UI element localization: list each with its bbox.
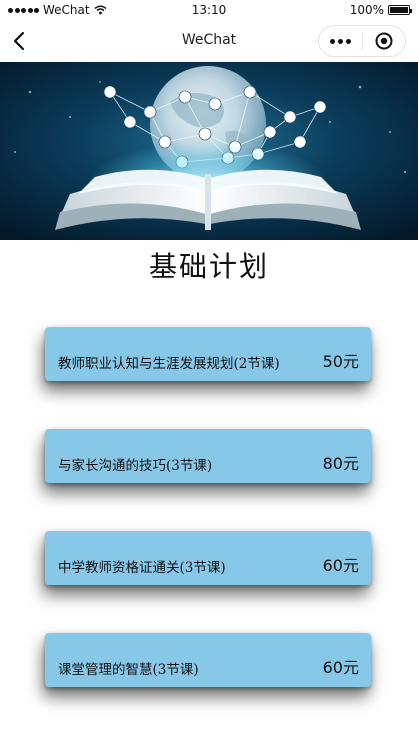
course-price: 50元 xyxy=(322,352,359,371)
more-button[interactable] xyxy=(319,26,362,56)
course-card[interactable]: 教师职业认知与生涯发展规划(2节课) 50元 xyxy=(45,327,371,381)
battery-percentage: 100% xyxy=(349,3,384,17)
course-name: 教师职业认知与生涯发展规划(2节课) xyxy=(58,356,280,372)
course-price: 80元 xyxy=(322,454,359,473)
status-right: 100% xyxy=(349,3,412,17)
mini-program-capsule xyxy=(318,25,406,57)
battery-icon xyxy=(388,5,412,15)
course-name: 与家长沟通的技巧(3节课) xyxy=(58,458,213,474)
status-bar: WeChat 13:10 100% xyxy=(0,0,418,20)
target-close-icon xyxy=(375,32,393,50)
course-card[interactable]: 与家长沟通的技巧(3节课) 80元 xyxy=(45,429,371,483)
nav-bar: WeChat xyxy=(0,20,418,62)
course-price: 60元 xyxy=(322,556,359,575)
course-name: 中学教师资格证通关(3节课) xyxy=(58,560,226,576)
page-title: 基础计划 xyxy=(148,250,269,283)
course-card[interactable]: 中学教师资格证通关(3节课) 60元 xyxy=(45,531,371,585)
course-name: 课堂管理的智慧(3节课) xyxy=(58,662,199,678)
more-dots-icon xyxy=(330,38,335,44)
course-price: 60元 xyxy=(322,658,359,677)
battery-fill xyxy=(390,7,408,13)
close-button[interactable] xyxy=(363,26,405,56)
banner-image xyxy=(0,62,418,240)
book-globe-illustration xyxy=(0,62,418,240)
course-card[interactable]: 课堂管理的智慧(3节课) 60元 xyxy=(45,633,371,687)
